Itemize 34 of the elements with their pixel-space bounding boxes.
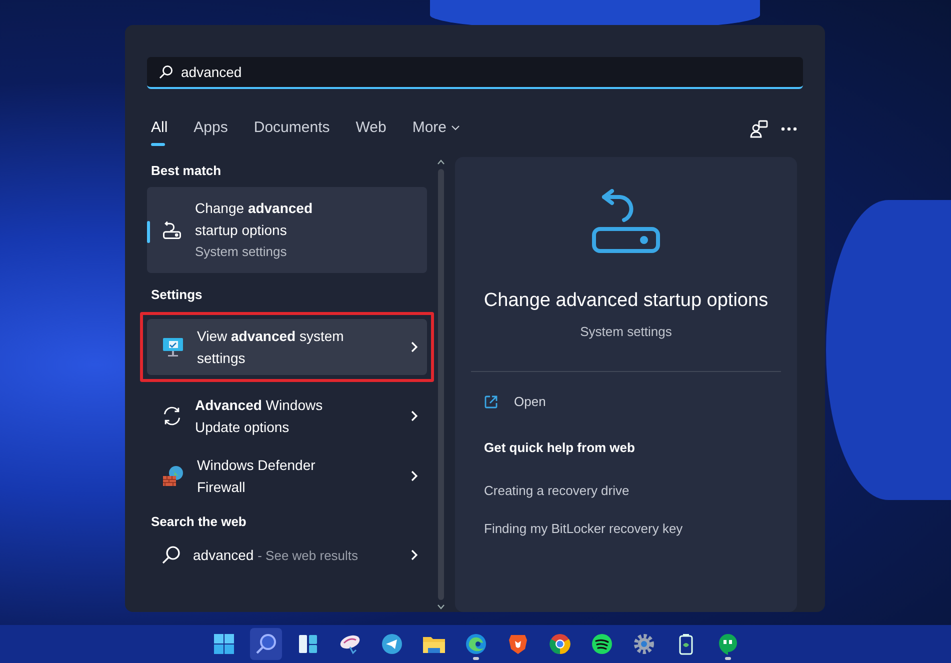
monitor-icon	[161, 336, 185, 358]
refresh-icon	[161, 405, 183, 427]
search-result[interactable]: Advanced Windows Update options	[147, 388, 427, 444]
filter-tab[interactable]: Documents	[250, 116, 334, 148]
startup-drive-icon	[161, 218, 183, 240]
filter-tab[interactable]: All	[147, 116, 172, 148]
search-result[interactable]: advanced - See web results	[147, 538, 427, 572]
section-heading: Search the web	[151, 513, 248, 531]
preview-title: Change advanced startup options	[482, 289, 770, 313]
filter-tab[interactable]: Web	[352, 116, 390, 148]
open-external-icon	[484, 394, 498, 409]
firewall-icon	[161, 464, 185, 488]
search-icon[interactable]	[250, 628, 282, 660]
section-heading: Settings	[151, 286, 204, 304]
preview-subtitle: System settings	[579, 322, 673, 341]
help-link[interactable]: Creating a recovery drive	[484, 481, 781, 500]
search-result[interactable]: View advanced system settings	[147, 319, 427, 375]
scroll-up-icon[interactable]	[437, 159, 445, 165]
search-field[interactable]: advanced	[181, 62, 791, 82]
scrollbar-thumb[interactable]	[438, 169, 444, 600]
search-icon	[161, 545, 181, 565]
search-box[interactable]: advanced	[147, 57, 803, 89]
section-heading: Best match	[151, 162, 222, 180]
filter-tab[interactable]: More	[408, 116, 464, 148]
open-button[interactable]: Open	[471, 392, 781, 412]
scroll-down-icon[interactable]	[437, 604, 445, 610]
search-result[interactable]: Change advanced startup options System settings	[147, 186, 427, 272]
search-result[interactable]: Windows Defender Firewall	[147, 448, 427, 504]
help-heading: Get quick help from web	[484, 438, 636, 457]
search-icon	[159, 65, 173, 79]
help-link[interactable]: Finding my BitLocker recovery key	[484, 518, 781, 538]
startup-drive-icon	[590, 189, 662, 253]
filter-tab[interactable]: Apps	[190, 116, 232, 148]
more-icon	[781, 126, 797, 131]
